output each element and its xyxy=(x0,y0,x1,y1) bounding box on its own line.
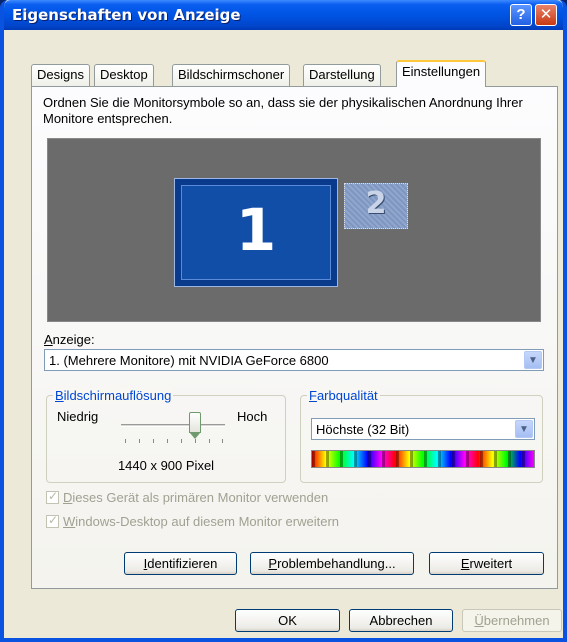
display-select[interactable]: 1. (Mehrere Monitore) mit NVIDIA GeForce… xyxy=(44,349,544,371)
tab-screensaver[interactable]: Bildschirmschoner xyxy=(172,64,291,86)
help-button[interactable]: ? xyxy=(510,4,532,26)
apply-button[interactable]: Übernehmen xyxy=(462,609,562,632)
checkbox-icon xyxy=(46,489,59,504)
resolution-high-label: Hoch xyxy=(237,409,268,424)
resolution-group-title: Bildschirmauflösung xyxy=(53,388,174,403)
resolution-slider-thumb[interactable] xyxy=(189,412,201,439)
help-icon: ? xyxy=(516,6,526,23)
advanced-button[interactable]: Erweitert xyxy=(429,552,544,575)
close-icon: ✕ xyxy=(539,6,553,23)
cancel-button[interactable]: Abbrechen xyxy=(349,609,453,632)
tab-settings[interactable]: Einstellungen xyxy=(396,60,487,87)
color-quality-value: Höchste (32 Bit) xyxy=(316,422,410,437)
color-quality-select[interactable]: Höchste (32 Bit) ▼ xyxy=(311,418,535,440)
color-preview-bar xyxy=(311,450,535,468)
chevron-down-icon[interactable]: ▼ xyxy=(524,351,542,369)
window-title: Eigenschaften von Anzeige xyxy=(12,6,241,24)
color-quality-group: Farbqualität Höchste (32 Bit) ▼ xyxy=(300,388,543,483)
resolution-low-label: Niedrig xyxy=(57,409,99,424)
monitor-arrangement[interactable]: 1 2 xyxy=(47,138,541,322)
tab-designs[interactable]: Designs xyxy=(31,64,90,86)
identify-button[interactable]: Identifizieren xyxy=(124,552,237,575)
troubleshoot-button[interactable]: Problembehandlung... xyxy=(250,552,414,575)
resolution-group: Bildschirmauflösung Niedrig Hoch 1440 x … xyxy=(46,388,286,483)
instruction-text: Ordnen Sie die Monitorsymbole so an, das… xyxy=(43,95,523,126)
chevron-down-icon[interactable]: ▼ xyxy=(515,420,533,438)
tab-desktop[interactable]: Desktop xyxy=(94,64,154,86)
title-bar[interactable]: Eigenschaften von Anzeige ? ✕ xyxy=(4,0,563,30)
resolution-slider-ticks xyxy=(125,439,223,443)
monitor-1-number: 1 xyxy=(235,196,277,264)
checkbox-icon xyxy=(46,513,59,528)
color-quality-group-title: Farbqualität xyxy=(307,388,380,403)
close-button[interactable]: ✕ xyxy=(535,4,557,26)
monitor-2[interactable]: 2 xyxy=(344,183,408,229)
settings-panel: Ordnen Sie die Monitorsymbole so an, das… xyxy=(31,86,558,589)
monitor-2-number: 2 xyxy=(365,186,387,221)
display-select-value: 1. (Mehrere Monitore) mit NVIDIA GeForce… xyxy=(49,353,329,368)
display-properties-window: Eigenschaften von Anzeige ? ✕ Designs De… xyxy=(0,0,567,642)
display-label: Anzeige: xyxy=(44,332,95,347)
resolution-slider-track[interactable] xyxy=(121,424,225,427)
extend-desktop-checkbox[interactable]: Windows-Desktop auf diesem Monitor erwei… xyxy=(46,513,339,529)
resolution-value: 1440 x 900 Pixel xyxy=(117,458,215,473)
primary-monitor-checkbox[interactable]: Dieses Gerät als primären Monitor verwen… xyxy=(46,489,328,505)
tab-appearance[interactable]: Darstellung xyxy=(303,64,381,86)
monitor-1[interactable]: 1 xyxy=(174,178,338,287)
ok-button[interactable]: OK xyxy=(235,609,340,632)
